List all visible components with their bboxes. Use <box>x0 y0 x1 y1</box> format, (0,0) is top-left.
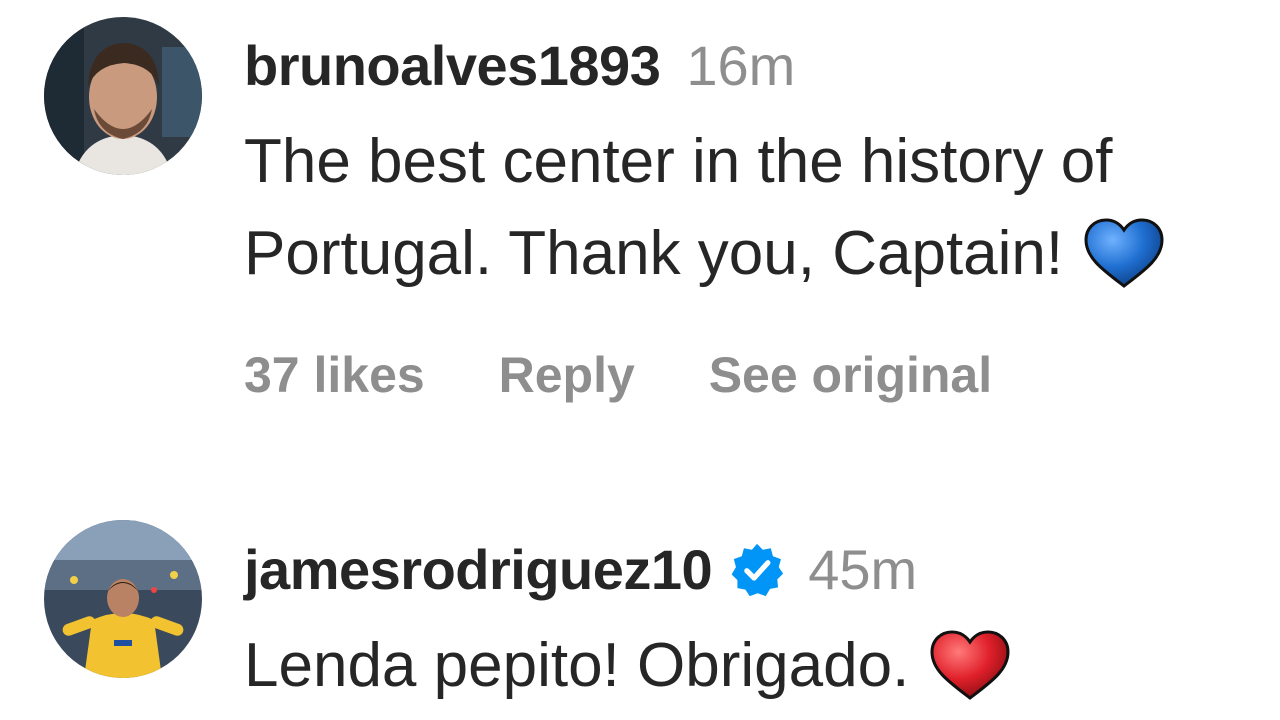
comment-item: brunoalves1893 16m The best center in th… <box>0 0 1280 440</box>
comment-text-content: Lenda pepito! Obrigado. <box>244 631 910 700</box>
see-original-button[interactable]: See original <box>709 340 992 410</box>
verified-badge-icon <box>728 541 786 599</box>
comment-text: The best center in the history of Portug… <box>244 116 1254 300</box>
red-heart-icon <box>929 630 1011 700</box>
timestamp[interactable]: 16m <box>686 30 795 102</box>
comment-header: jamesrodriguez10 45m <box>244 534 1260 606</box>
username[interactable]: jamesrodriguez10 <box>244 534 713 606</box>
comment-actions: 37 likes Reply See original <box>244 340 1260 410</box>
likes-count[interactable]: 37 likes <box>244 340 425 410</box>
username[interactable]: brunoalves1893 <box>244 30 661 102</box>
comment-text-content: The best center in the history of Portug… <box>244 127 1113 288</box>
comment-item: jamesrodriguez10 45m Lenda pepito! Obrig… <box>0 500 1280 720</box>
comment-body: jamesrodriguez10 45m Lenda pepito! Obrig… <box>244 534 1260 712</box>
timestamp[interactable]: 45m <box>808 534 917 606</box>
comment-body: brunoalves1893 16m The best center in th… <box>244 30 1260 410</box>
avatar[interactable] <box>44 17 202 175</box>
avatar[interactable] <box>44 520 202 678</box>
reply-button[interactable]: Reply <box>499 340 635 410</box>
blue-heart-icon <box>1083 218 1165 288</box>
comment-text: Lenda pepito! Obrigado. <box>244 620 1254 712</box>
comment-header: brunoalves1893 16m <box>244 30 1260 102</box>
